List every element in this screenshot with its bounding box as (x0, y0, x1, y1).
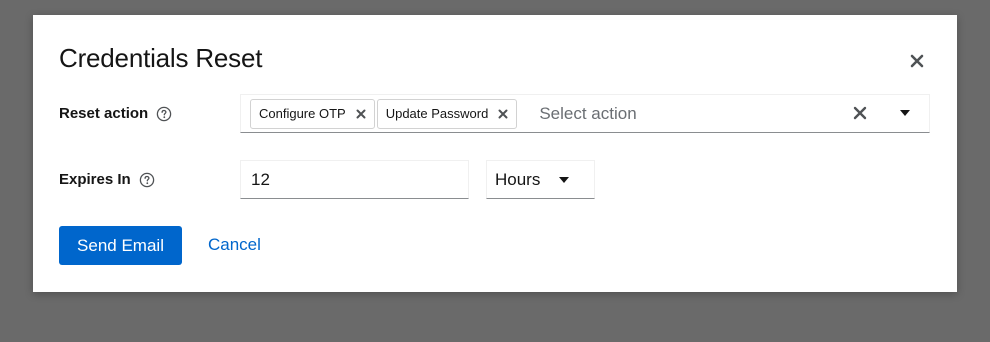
cancel-button[interactable]: Cancel (208, 235, 261, 255)
times-icon[interactable] (498, 109, 508, 119)
expires-unit-value: Hours (495, 169, 541, 189)
close-icon (910, 54, 924, 68)
credentials-reset-modal: Credentials Reset Reset action Configure… (33, 15, 957, 292)
close-button[interactable] (907, 51, 927, 71)
chip-update-password: Update Password (376, 98, 518, 129)
reset-action-select[interactable]: Configure OTP Update Password Select act… (240, 94, 930, 133)
chip-label: Update Password (385, 106, 489, 121)
clear-selection-button[interactable] (853, 106, 867, 120)
caret-down-icon (558, 176, 570, 184)
expires-in-label: Expires In (59, 171, 131, 188)
chip-label: Configure OTP (259, 106, 346, 121)
times-icon (853, 106, 867, 120)
chip-configure-otp: Configure OTP (250, 98, 375, 129)
reset-action-label-group: Reset action (59, 105, 172, 122)
expires-unit-select[interactable]: Hours (486, 160, 595, 199)
select-action-input[interactable]: Select action (539, 104, 929, 124)
reset-action-label: Reset action (59, 105, 149, 122)
modal-title: Credentials Reset (59, 43, 263, 73)
select-toggle-button[interactable] (899, 109, 911, 117)
help-circle-icon[interactable] (139, 172, 155, 188)
caret-down-icon (900, 110, 910, 116)
help-circle-icon[interactable] (156, 106, 172, 122)
send-email-button[interactable]: Send Email (59, 226, 182, 265)
expires-in-label-group: Expires In (59, 171, 155, 188)
times-icon[interactable] (356, 109, 366, 119)
expires-in-input[interactable]: 12 (240, 160, 469, 199)
